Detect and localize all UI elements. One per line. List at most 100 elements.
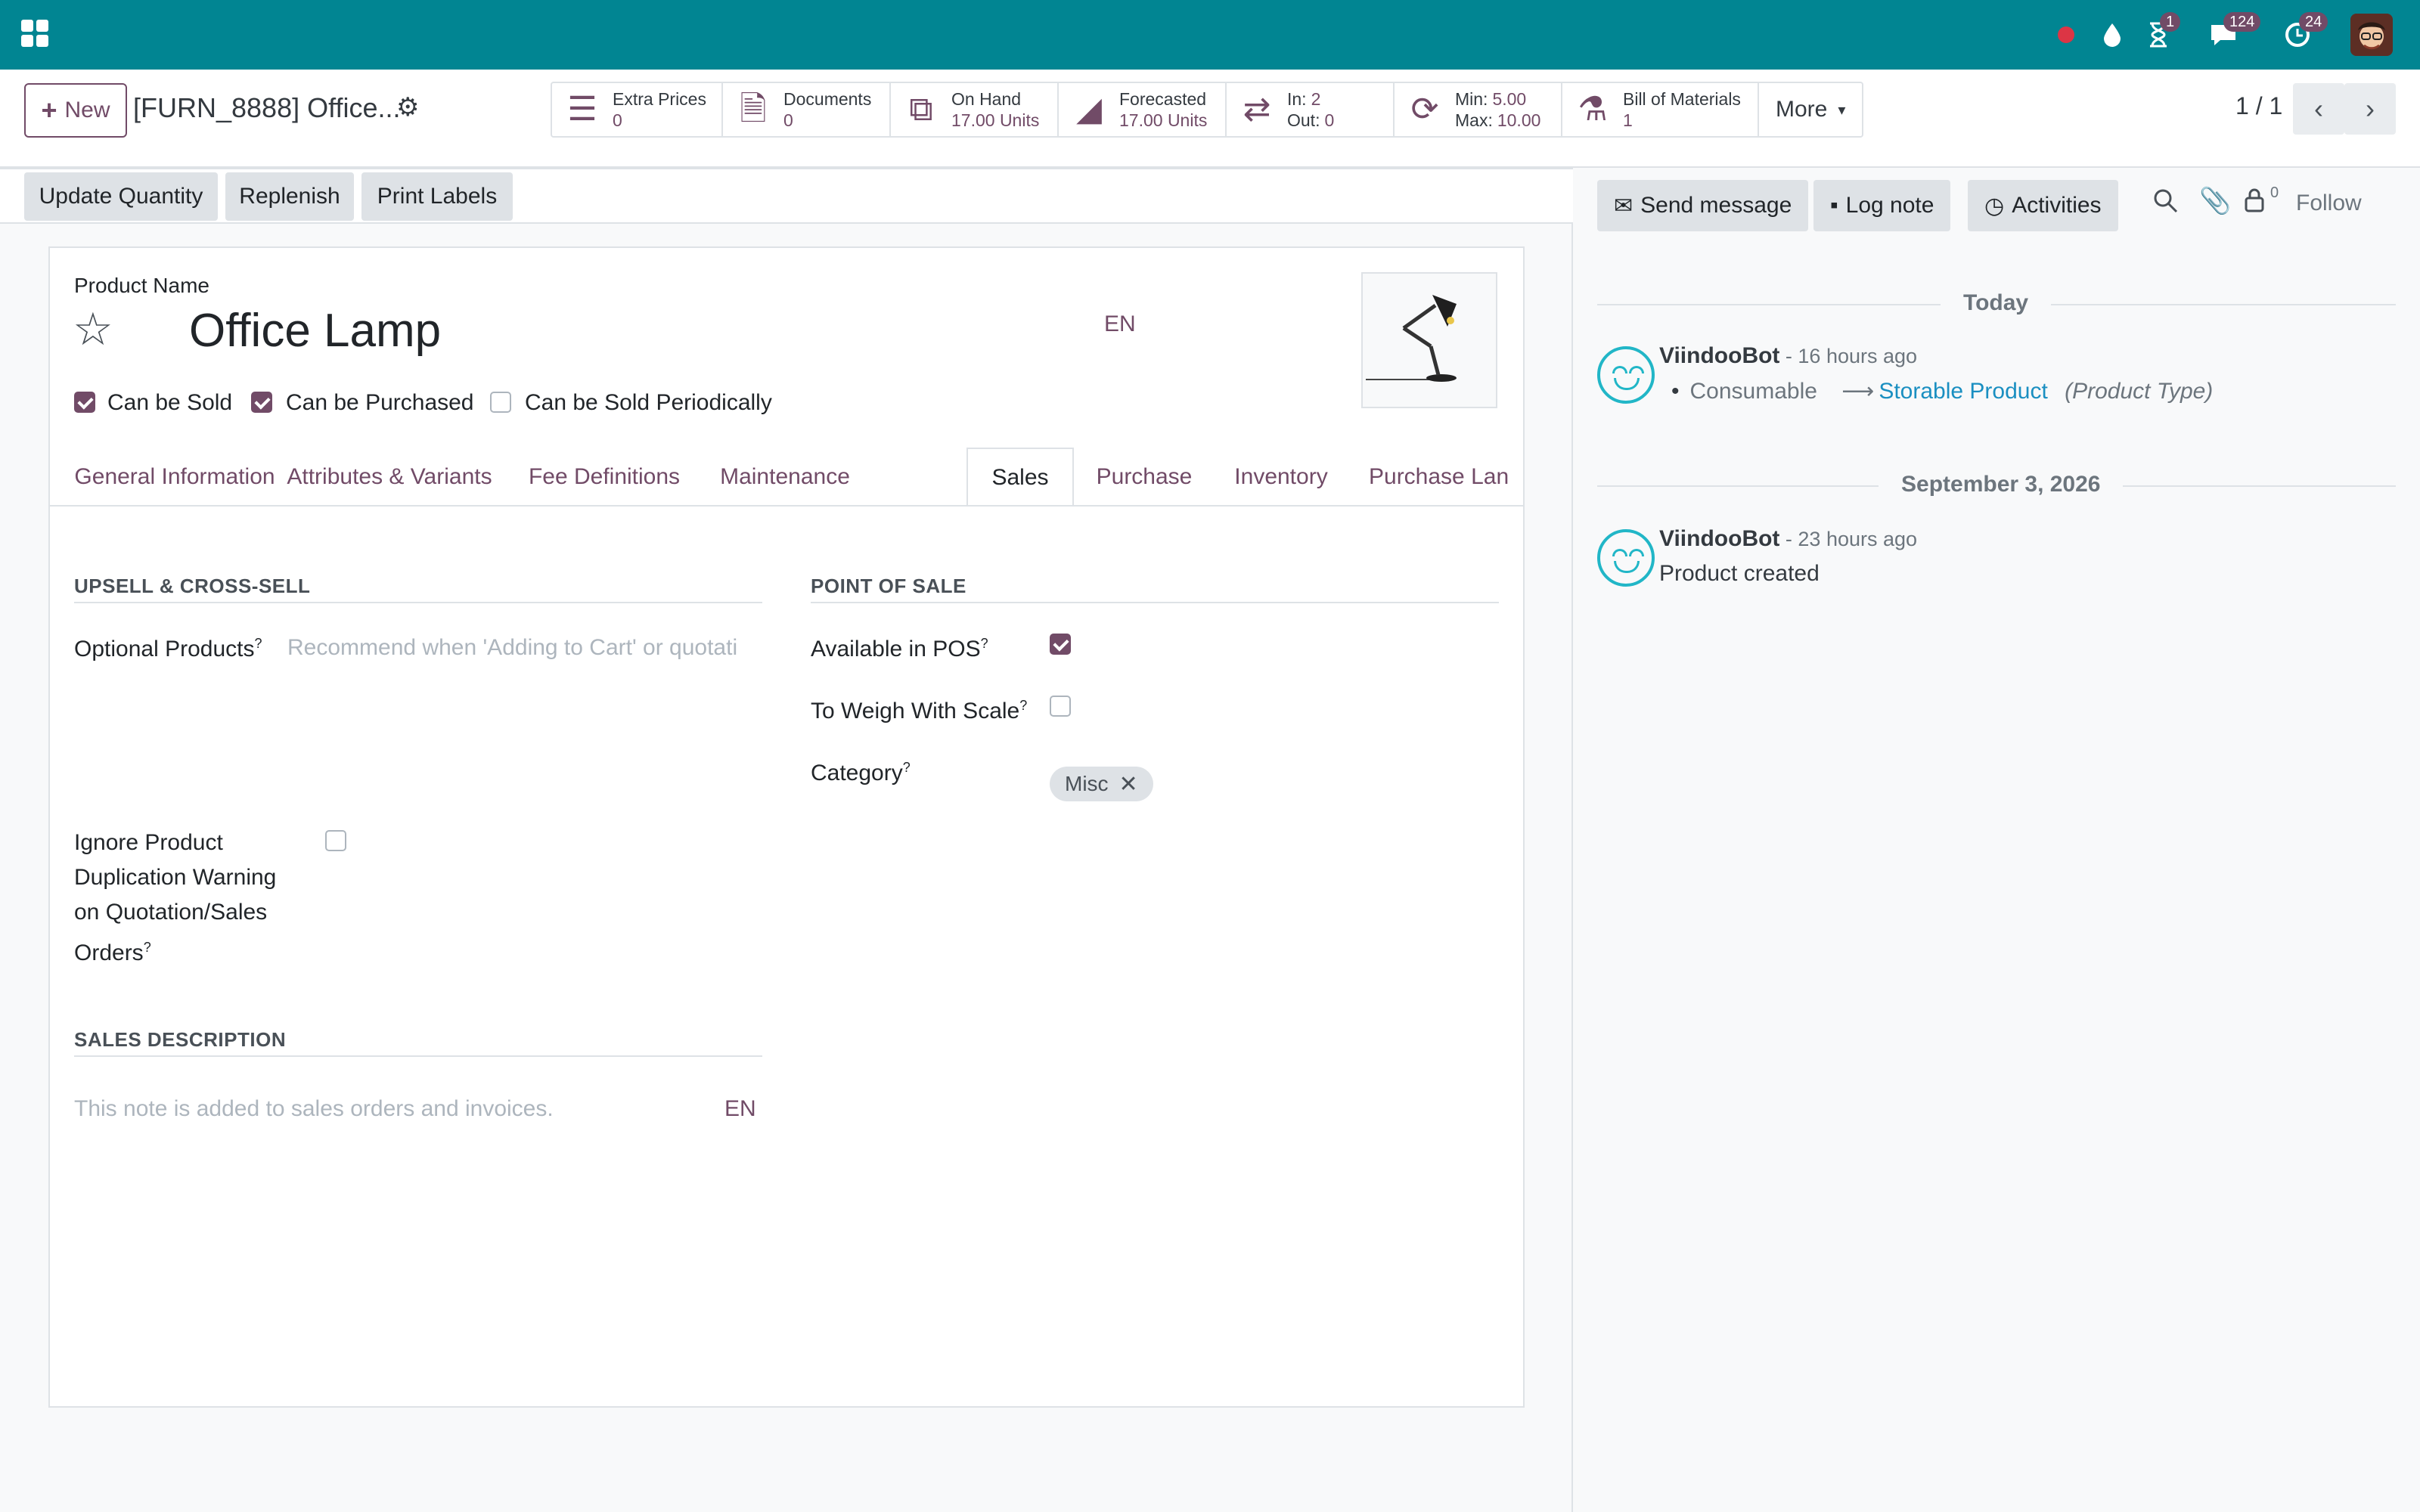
bom-button[interactable]: ⚗ Bill of Materials 1 xyxy=(1562,83,1759,136)
tab-inventory[interactable]: Inventory xyxy=(1215,448,1348,505)
paperclip-icon[interactable]: 📎 xyxy=(2199,186,2231,216)
envelope-icon: ✉ xyxy=(1614,193,1634,218)
new-button[interactable]: + New xyxy=(24,83,127,138)
ignore-dup-line-1: Ignore Product xyxy=(74,830,223,855)
tab-fee-definitions[interactable]: Fee Definitions xyxy=(504,448,705,505)
sales-description-translate-button[interactable]: EN xyxy=(724,1096,756,1122)
min-value: 5.00 xyxy=(1492,89,1527,109)
send-message-button[interactable]: ✉ Send message xyxy=(1597,180,1809,231)
on-hand-value: 17.00 Units xyxy=(951,110,1040,130)
ignore-duplication-checkbox[interactable] xyxy=(325,830,346,851)
help-tooltip-icon[interactable]: ? xyxy=(254,636,262,651)
help-tooltip-icon[interactable]: ? xyxy=(903,760,911,775)
product-name-field[interactable]: Office Lamp xyxy=(189,304,441,358)
upsell-section-title: UPSELL & CROSS-SELL xyxy=(74,575,311,597)
extra-prices-label: Extra Prices xyxy=(613,89,706,109)
tab-maintenance[interactable]: Maintenance xyxy=(705,448,865,505)
form-sheet: Product Name ☆ Office Lamp EN Can be Sol… xyxy=(48,246,1525,1408)
gear-icon[interactable]: ⚙ xyxy=(396,92,419,122)
tab-purchase-lang[interactable]: Purchase Lan xyxy=(1348,448,1525,505)
new-button-label: New xyxy=(64,98,110,122)
translate-button[interactable]: EN xyxy=(1104,311,1136,337)
smart-buttons: ☰ Extra Prices 0 🗎 Documents 0 ⧉ On Hand 17… xyxy=(551,82,1864,138)
help-tooltip-icon[interactable]: ? xyxy=(144,940,151,955)
available-pos-checkbox[interactable] xyxy=(1050,634,1071,655)
category-tag-label: Misc xyxy=(1065,772,1109,795)
activities-hourglass-icon[interactable] xyxy=(2139,0,2178,70)
can-be-sold-checkbox[interactable] xyxy=(74,392,95,413)
min-max-button[interactable]: ⟳ Min: 5.00 Max: 10.00 xyxy=(1395,83,1562,136)
on-hand-button[interactable]: ⧉ On Hand 17.00 Units xyxy=(891,83,1059,136)
updates-clock-icon[interactable] xyxy=(2278,0,2317,70)
tab-attributes-variants[interactable]: Attributes & Variants xyxy=(275,448,504,505)
forecasted-value: 17.00 Units xyxy=(1119,110,1208,130)
note-icon: ▪ xyxy=(1830,193,1838,218)
tracking-value-change: • Consumable ⟶ Storable Product (Product T… xyxy=(1671,379,2214,404)
update-quantity-button[interactable]: Update Quantity xyxy=(24,172,218,221)
old-value: Consumable xyxy=(1689,379,1817,404)
search-icon[interactable] xyxy=(2152,187,2180,222)
messages-icon[interactable] xyxy=(2201,0,2246,70)
drop-icon[interactable] xyxy=(2093,0,2131,70)
help-tooltip-icon[interactable]: ? xyxy=(1019,698,1027,713)
message-author[interactable]: ViindooBot - 16 hours ago xyxy=(1659,343,1917,369)
notebook-tabs: General Information Attributes & Variant… xyxy=(50,448,1525,507)
category-tag[interactable]: Misc ✕ xyxy=(1050,767,1153,801)
close-icon[interactable]: ✕ xyxy=(1119,771,1138,798)
more-button[interactable]: More ▾ xyxy=(1759,83,1862,136)
print-labels-button[interactable]: Print Labels xyxy=(361,172,513,221)
caret-down-icon: ▾ xyxy=(1838,101,1846,119)
ignore-duplication-label: Ignore Product Duplication Warning on Qu… xyxy=(74,826,276,971)
recording-dot-icon[interactable] xyxy=(2049,0,2083,70)
chatter-panel: ✉ Send message ▪ Log note ◷ Activities 📎 0 … xyxy=(1573,168,2420,1512)
tab-general-information[interactable]: General Information xyxy=(74,448,275,505)
pager-previous-button[interactable]: ‹ xyxy=(2293,83,2344,135)
category-label: Category? xyxy=(811,750,911,791)
weigh-scale-label-text: To Weigh With Scale xyxy=(811,699,1020,723)
follow-button[interactable]: Follow xyxy=(2296,191,2362,216)
cubes-icon: ⧉ xyxy=(909,91,933,128)
can-be-sold-label: Can be Sold xyxy=(107,390,233,415)
ignore-dup-line-3: on Quotation/Sales xyxy=(74,900,268,925)
bot-avatar xyxy=(1597,346,1655,404)
lock-icon[interactable] xyxy=(2243,186,2266,220)
product-image[interactable] xyxy=(1361,272,1497,408)
ignore-dup-line-2: Duplication Warning xyxy=(74,865,277,890)
activities-button[interactable]: ◷ Activities xyxy=(1968,180,2118,231)
log-note-button[interactable]: ▪ Log note xyxy=(1813,180,1951,231)
messages-badge: 124 xyxy=(2223,12,2261,32)
extra-prices-value: 0 xyxy=(613,110,622,130)
message-author[interactable]: ViindooBot - 23 hours ago xyxy=(1659,526,1917,552)
weigh-scale-checkbox[interactable] xyxy=(1050,696,1071,717)
breadcrumb[interactable]: [FURN_8888] Office... xyxy=(133,92,400,124)
optional-products-label-text: Optional Products xyxy=(74,637,255,662)
message-timestamp: - 23 hours ago xyxy=(1779,528,1918,550)
optional-products-label: Optional Products? xyxy=(74,626,262,667)
forecasted-button[interactable]: ◢ Forecasted 17.00 Units xyxy=(1059,83,1227,136)
area-chart-icon: ◢ xyxy=(1076,91,1102,128)
tab-purchase[interactable]: Purchase xyxy=(1074,448,1215,505)
app-menu-icon[interactable] xyxy=(21,20,48,47)
user-avatar[interactable] xyxy=(2350,14,2393,56)
extra-prices-button[interactable]: ☰ Extra Prices 0 xyxy=(552,83,723,136)
in-out-button[interactable]: ⇄ In: 2 Out: 0 xyxy=(1227,83,1395,136)
top-navbar: 1 124 24 xyxy=(0,0,2420,70)
optional-products-input[interactable]: Recommend when 'Adding to Cart' or quota… xyxy=(287,635,741,661)
favorite-star-icon[interactable]: ☆ xyxy=(73,307,113,352)
documents-button[interactable]: 🗎 Documents 0 xyxy=(723,83,891,136)
replenish-button[interactable]: Replenish xyxy=(225,172,354,221)
can-be-purchased-checkbox[interactable] xyxy=(251,392,272,413)
available-pos-label: Available in POS? xyxy=(811,626,988,667)
documents-value: 0 xyxy=(783,110,793,130)
tab-sales[interactable]: Sales xyxy=(966,448,1074,505)
max-label: Max: xyxy=(1455,110,1493,130)
min-label: Min: xyxy=(1455,89,1488,109)
pager-next-button[interactable]: › xyxy=(2344,83,2396,135)
form-view: Update Quantity Replenish Print Labels P… xyxy=(0,168,1573,1512)
help-tooltip-icon[interactable]: ? xyxy=(981,636,988,651)
activities-label: Activities xyxy=(2012,193,2102,218)
pager-value[interactable]: 1 / 1 xyxy=(2235,92,2282,120)
sold-periodically-checkbox[interactable] xyxy=(490,392,511,413)
sales-description-input[interactable]: This note is added to sales orders and i… xyxy=(74,1096,679,1122)
control-panel: + New [FURN_8888] Office... ⚙ ☰ Extra Pri… xyxy=(0,70,2420,168)
